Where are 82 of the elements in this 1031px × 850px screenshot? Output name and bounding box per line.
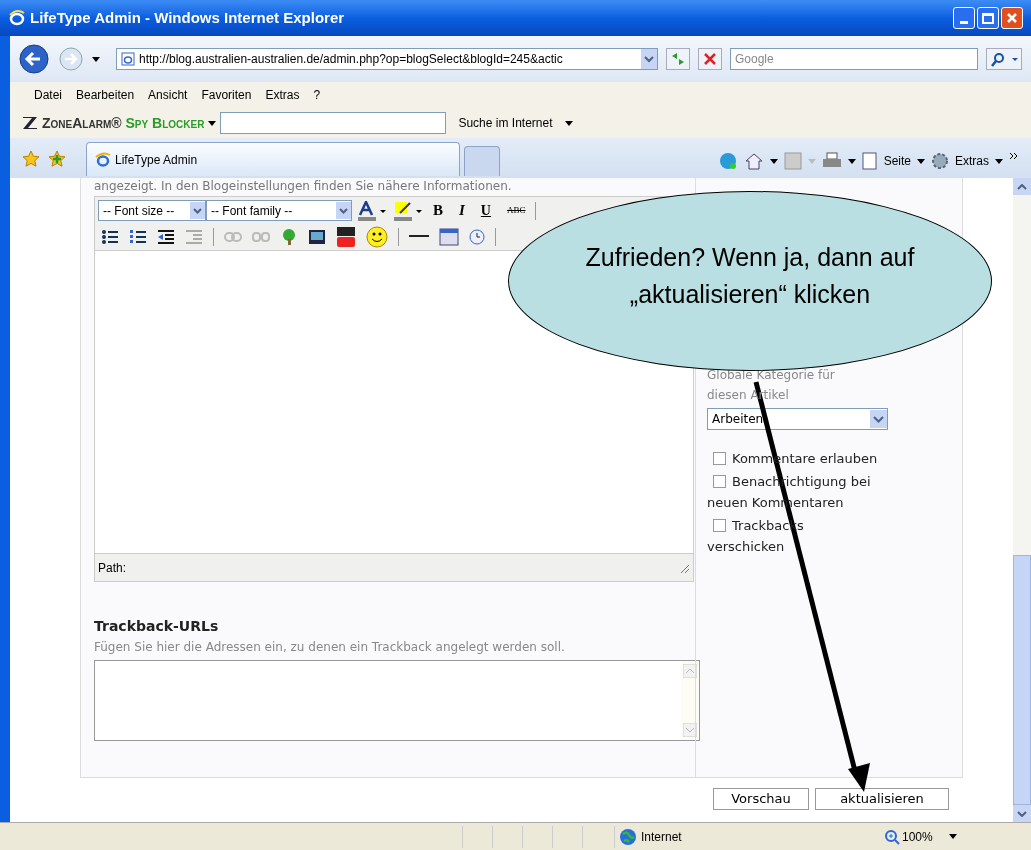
menu-item[interactable]: ? — [313, 86, 321, 104]
checkbox[interactable] — [713, 474, 726, 488]
page-icon — [861, 152, 878, 170]
checkbox[interactable] — [713, 451, 726, 465]
dropdown-icon[interactable] — [208, 120, 217, 126]
italic-button[interactable]: I — [456, 199, 468, 222]
globe-icon — [619, 827, 637, 846]
menu-item[interactable]: Bearbeiten — [76, 86, 135, 104]
scrollbar[interactable] — [1013, 178, 1031, 822]
menu-item[interactable]: Extras — [265, 86, 300, 104]
star-icon[interactable] — [22, 150, 40, 168]
underline-button[interactable]: U — [477, 200, 494, 221]
dropdown-icon[interactable] — [995, 158, 1003, 164]
zoom-icon[interactable] — [884, 828, 900, 845]
browser-logo-icon — [95, 151, 111, 168]
clock-icon[interactable] — [469, 229, 485, 245]
search-button[interactable]: Suche im Internet — [458, 114, 553, 132]
chevron-down-icon — [336, 202, 351, 219]
dropdown-icon[interactable] — [917, 158, 925, 164]
window-title: LifeType Admin - Windows Internet Explorer — [30, 7, 345, 28]
scroll-up-icon[interactable] — [1017, 183, 1027, 190]
toolbar-search-field[interactable] — [220, 112, 447, 134]
back-button[interactable] — [18, 43, 50, 75]
menu-item[interactable]: Datei — [34, 86, 62, 104]
skype-icon[interactable] — [717, 152, 738, 170]
refresh-icon[interactable] — [666, 48, 690, 70]
horizontal-rule-icon[interactable] — [409, 235, 429, 239]
page-icon — [121, 52, 135, 66]
address-field[interactable]: http://blog.australien-australien.de/admin.php?op=blogSelect&blogId=245&actic — [116, 48, 658, 70]
page-menu-button[interactable]: Seite — [883, 152, 911, 170]
update-button[interactable]: aktualisieren — [815, 788, 949, 810]
outdent-icon[interactable] — [157, 229, 175, 245]
tree-image-icon[interactable] — [280, 228, 298, 246]
menu-item[interactable]: Favoriten — [201, 86, 252, 104]
tools-menu-button[interactable]: Extras — [955, 152, 989, 170]
home-icon[interactable] — [743, 152, 764, 170]
search-field[interactable]: Google — [730, 48, 978, 70]
browser-logo-icon — [8, 9, 26, 27]
dropdown-icon[interactable] — [948, 834, 957, 839]
video-icon[interactable] — [336, 226, 356, 248]
hint-text: Fügen Sie hier die Adressen ein, zu denen ein Trackback angelegt werden soll. — [94, 639, 566, 656]
bold-button[interactable]: B — [430, 199, 446, 222]
security-zone: Internet — [641, 828, 682, 846]
dropdown-icon[interactable] — [769, 158, 778, 164]
zoom-level[interactable]: 100% — [902, 827, 933, 846]
maximize-button[interactable] — [977, 7, 999, 29]
zonealarm-logo-icon — [22, 116, 38, 130]
printer-icon[interactable] — [821, 152, 842, 170]
dropdown-icon[interactable] — [847, 158, 856, 164]
chevron-down-icon — [870, 410, 887, 428]
path-label: Path: — [98, 559, 127, 577]
checkbox[interactable] — [713, 518, 726, 532]
gear-icon — [931, 152, 949, 170]
dropdown-icon[interactable] — [564, 120, 573, 126]
url-text: http://blog.australien-australien.de/admin.php?op=blogSelect&blogId=245&actic — [139, 51, 564, 68]
search-icon[interactable] — [986, 48, 1022, 70]
font-family-dropdown[interactable]: -- Font family -- — [206, 200, 352, 221]
trackback-text-area[interactable] — [94, 660, 700, 741]
numbered-list-icon[interactable] — [129, 229, 147, 245]
menu-item[interactable]: Ansicht — [148, 86, 188, 104]
smiley-icon[interactable] — [366, 226, 388, 248]
toolbar-brand: ZoneAlarm® — [42, 113, 122, 133]
calendar-icon[interactable] — [439, 228, 459, 246]
toolbar-product: Spy Blocker — [125, 113, 205, 133]
bullet-list-icon[interactable] — [101, 229, 119, 245]
forward-button[interactable] — [58, 46, 84, 72]
text-color-icon[interactable] — [358, 200, 388, 221]
tab[interactable]: LifeType Admin — [86, 142, 460, 176]
section-heading: Trackback-URLs — [94, 617, 220, 636]
scroll-down-icon[interactable] — [1017, 810, 1027, 817]
category-dropdown[interactable]: Arbeiten — [707, 408, 888, 430]
close-icon — [1006, 12, 1018, 24]
add-favorite-icon[interactable] — [48, 150, 66, 168]
highlight-color-icon[interactable] — [394, 200, 424, 221]
stop-icon[interactable] — [698, 48, 722, 70]
close-button[interactable] — [1001, 7, 1023, 29]
picture-icon[interactable] — [308, 229, 326, 245]
font-size-dropdown[interactable]: -- Font size -- — [98, 200, 206, 221]
chevron-down-icon — [190, 202, 205, 219]
preview-button[interactable]: Vorschau — [713, 788, 809, 810]
minimize-button[interactable] — [953, 7, 975, 29]
dropdown-icon[interactable] — [92, 56, 100, 62]
